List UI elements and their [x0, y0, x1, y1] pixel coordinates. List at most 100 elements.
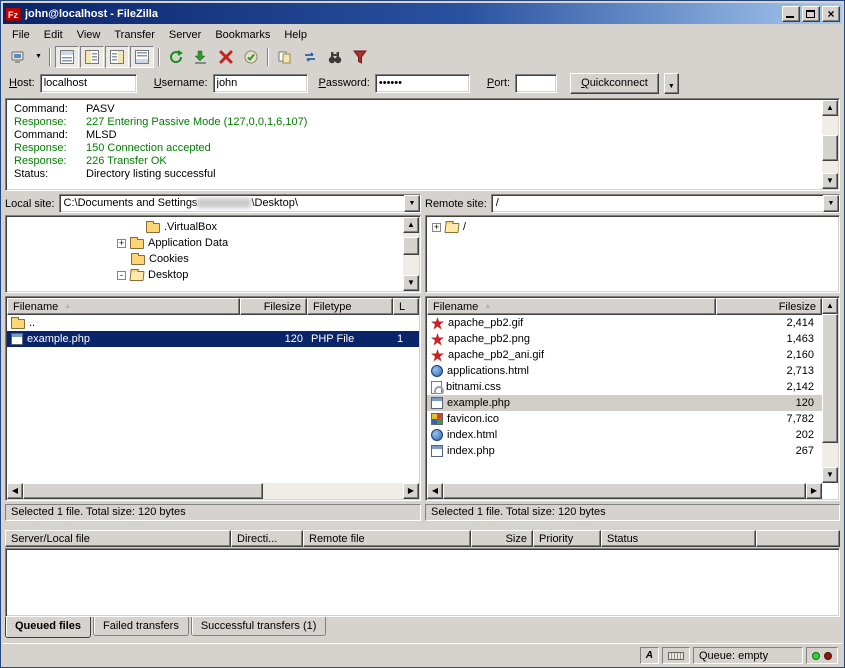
menu-file[interactable]: File — [5, 27, 37, 43]
synchronized-browsing-button[interactable] — [298, 46, 322, 68]
column-direction[interactable]: Directi... — [231, 530, 303, 547]
scroll-down-button[interactable]: ▼ — [403, 275, 419, 291]
scroll-right-button[interactable]: ▶ — [806, 483, 822, 499]
scroll-thumb[interactable] — [403, 237, 419, 255]
directory-comparison-button[interactable] — [273, 46, 297, 68]
scroll-up-button[interactable]: ▲ — [822, 298, 838, 314]
column-status[interactable]: Status — [601, 530, 756, 547]
log-scrollbar[interactable]: ▲ ▼ — [822, 100, 838, 189]
scroll-thumb[interactable] — [23, 483, 263, 499]
menu-view[interactable]: View — [70, 27, 108, 43]
image-file-icon — [431, 333, 444, 346]
column-size[interactable]: Size — [471, 530, 533, 547]
remote-list-vscrollbar[interactable]: ▲ ▼ — [822, 298, 838, 483]
toggle-queue-button[interactable] — [130, 46, 154, 68]
username-input[interactable] — [213, 74, 308, 93]
file-row[interactable]: index.html 202 — [427, 427, 822, 443]
column-filename[interactable]: Filename▲ — [7, 298, 240, 315]
local-tree-scrollbar[interactable]: ▲ ▼ — [403, 217, 419, 291]
menu-help[interactable]: Help — [277, 27, 314, 43]
scroll-down-button[interactable]: ▼ — [822, 467, 838, 483]
tree-item[interactable]: +Application Data — [8, 235, 402, 251]
scroll-thumb[interactable] — [443, 483, 806, 499]
local-list-hscrollbar[interactable]: ◀ ▶ — [7, 483, 419, 499]
file-row[interactable]: apache_pb2.gif 2,414 — [427, 315, 822, 331]
menu-server[interactable]: Server — [162, 27, 208, 43]
filter-icon — [352, 49, 368, 65]
column-filetype[interactable]: Filetype — [307, 298, 393, 315]
tab-successful-transfers[interactable]: Successful transfers (1) — [191, 617, 327, 636]
filezilla-logo-icon[interactable]: Fz — [5, 7, 21, 21]
tree-item[interactable]: -Desktop — [8, 267, 402, 283]
file-row[interactable]: favicon.ico 7,782 — [427, 411, 822, 427]
chevron-down-icon[interactable]: ▼ — [404, 195, 420, 212]
tree-item[interactable]: .VirtualBox — [8, 219, 402, 235]
site-manager-button[interactable] — [7, 46, 31, 68]
filter-button[interactable] — [348, 46, 372, 68]
collapse-icon[interactable]: - — [117, 271, 126, 280]
process-queue-button[interactable] — [189, 46, 213, 68]
file-row[interactable]: applications.html 2,713 — [427, 363, 822, 379]
menu-bookmarks[interactable]: Bookmarks — [208, 27, 277, 43]
scroll-left-button[interactable]: ◀ — [427, 483, 443, 499]
maximize-button[interactable] — [802, 6, 820, 22]
scroll-up-button[interactable]: ▲ — [822, 100, 838, 116]
scroll-up-button[interactable]: ▲ — [403, 217, 419, 233]
column-priority[interactable]: Priority — [533, 530, 601, 547]
refresh-icon — [168, 49, 184, 65]
file-row-selected[interactable]: example.php 120 PHP File 1 — [7, 331, 419, 347]
remote-site-combo[interactable]: / ▼ — [491, 194, 840, 213]
title-bar[interactable]: Fz john@localhost - FileZilla × — [3, 3, 842, 24]
password-input[interactable] — [375, 74, 470, 93]
menu-transfer[interactable]: Transfer — [107, 27, 162, 43]
quickconnect-button[interactable]: Quickconnect — [570, 73, 659, 94]
column-server-local-file[interactable]: Server/Local file — [5, 530, 231, 547]
column-filesize[interactable]: Filesize — [716, 298, 822, 315]
host-input[interactable] — [40, 74, 137, 93]
scroll-down-button[interactable]: ▼ — [822, 173, 838, 189]
column-filesize[interactable]: Filesize — [240, 298, 307, 315]
menu-edit[interactable]: Edit — [37, 27, 70, 43]
quickconnect-dropdown-button[interactable]: ▼ — [664, 73, 679, 94]
scroll-thumb[interactable] — [822, 314, 838, 443]
find-files-button[interactable] — [323, 46, 347, 68]
queue-list[interactable] — [5, 548, 840, 617]
apply-button[interactable] — [239, 46, 263, 68]
toggle-remote-tree-button[interactable] — [105, 46, 129, 68]
file-row[interactable]: apache_pb2_ani.gif 2,160 — [427, 347, 822, 363]
local-site-combo[interactable]: C:\Documents and Settings\Desktop\ ▼ — [59, 194, 421, 213]
file-row[interactable]: bitnami.css 2,142 — [427, 379, 822, 395]
tree-item[interactable]: Cookies — [8, 251, 402, 267]
tree-item[interactable]: +/ — [428, 219, 837, 235]
expand-icon[interactable]: + — [432, 223, 441, 232]
site-manager-dropdown-button[interactable]: ▼ — [32, 46, 45, 68]
scroll-left-button[interactable]: ◀ — [7, 483, 23, 499]
chevron-down-icon[interactable]: ▼ — [823, 195, 839, 212]
toggle-message-log-button[interactable] — [55, 46, 79, 68]
file-row[interactable]: .. — [7, 315, 419, 331]
php-file-icon — [11, 333, 23, 345]
toolbar-separator — [49, 48, 51, 66]
remote-list-hscrollbar[interactable]: ◀ ▶ — [427, 483, 822, 499]
port-input[interactable] — [515, 74, 557, 93]
window-title: john@localhost - FileZilla — [25, 8, 782, 20]
close-button[interactable]: × — [822, 6, 840, 22]
column-filename[interactable]: Filename▲ — [427, 298, 716, 315]
tab-failed-transfers[interactable]: Failed transfers — [93, 617, 189, 636]
toggle-local-tree-button[interactable] — [80, 46, 104, 68]
file-row-selected[interactable]: example.php 120 — [427, 395, 822, 411]
expand-icon[interactable]: + — [117, 239, 126, 248]
file-row[interactable]: apache_pb2.png 1,463 — [427, 331, 822, 347]
column-last-modified[interactable]: L — [393, 298, 419, 315]
close-icon: × — [823, 7, 839, 21]
column-remote-file[interactable]: Remote file — [303, 530, 471, 547]
file-row[interactable]: index.php 267 — [427, 443, 822, 459]
message-log: Command:PASV Response:227 Entering Passi… — [5, 98, 840, 191]
refresh-button[interactable] — [164, 46, 188, 68]
minimize-button[interactable] — [782, 6, 800, 22]
remote-list-header: Filename▲ Filesize — [427, 298, 822, 315]
scroll-right-button[interactable]: ▶ — [403, 483, 419, 499]
tab-queued-files[interactable]: Queued files — [5, 617, 91, 638]
cancel-button[interactable] — [214, 46, 238, 68]
scroll-thumb[interactable] — [822, 135, 838, 161]
